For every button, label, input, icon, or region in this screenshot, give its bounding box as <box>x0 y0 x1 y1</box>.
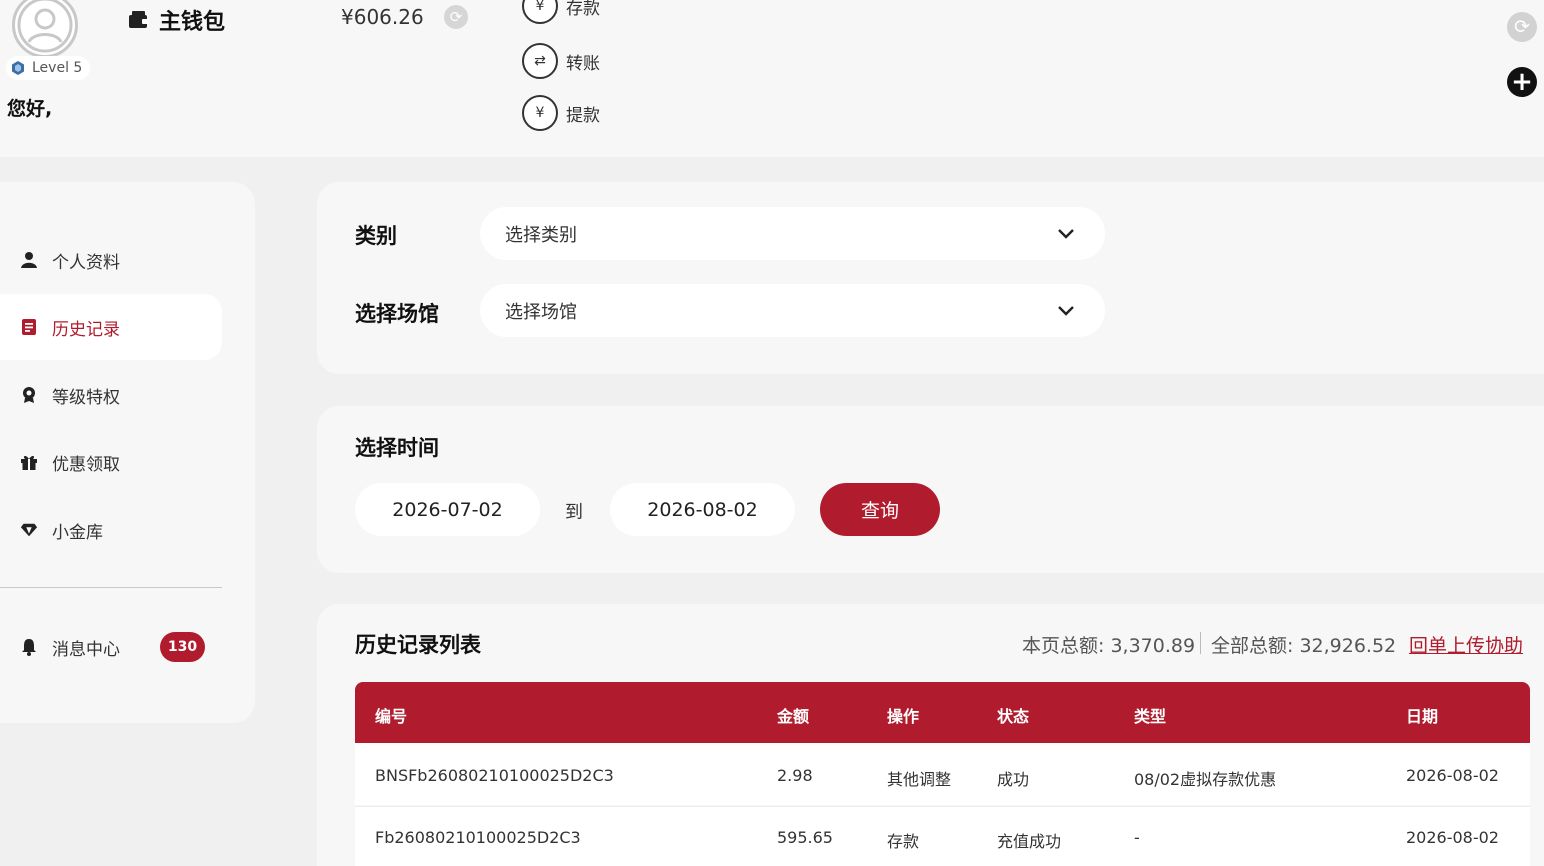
sidebar-item-label: 历史记录 <box>52 319 120 340</box>
refresh-balance-icon[interactable]: ⟳ <box>444 5 468 29</box>
row-type: - <box>1134 828 1140 847</box>
row-date: 2026-08-02 <box>1406 766 1499 785</box>
transfer-button[interactable]: ⇄ 转账 <box>522 43 600 79</box>
time-label: 选择时间 <box>355 436 439 460</box>
medal-icon <box>20 386 38 404</box>
wallet-icon <box>129 11 149 28</box>
withdraw-button[interactable]: ¥ 提款 <box>522 95 600 131</box>
date-from-input[interactable]: 2026-07-02 <box>355 483 540 536</box>
wallet-title: 主钱包 <box>127 4 225 36</box>
transfer-icon: ⇄ <box>522 43 558 79</box>
greeting: 您好, <box>7 98 53 120</box>
column-header-action: 操作 <box>887 707 920 726</box>
date-to-separator: 到 <box>565 502 583 523</box>
sidebar-divider <box>0 587 222 588</box>
hexagon-gem-icon <box>12 61 24 75</box>
venue-select[interactable]: 选择场馆 <box>480 284 1105 337</box>
account-header <box>0 0 1544 157</box>
user-avatar-icon <box>17 0 73 53</box>
row-action: 其他调整 <box>887 770 952 789</box>
level-badge: Level 5 <box>6 56 91 80</box>
sidebar-item-label: 等级特权 <box>52 387 120 408</box>
add-icon[interactable]: + <box>1507 67 1537 97</box>
gift-icon <box>20 453 38 471</box>
document-icon <box>20 318 38 336</box>
level-text: Level 5 <box>32 60 83 76</box>
sidebar-item-label: 消息中心 <box>52 639 120 660</box>
column-header-status: 状态 <box>997 707 1030 726</box>
sidebar-item-label: 小金库 <box>52 522 103 543</box>
upload-receipt-link[interactable]: 回单上传协助 <box>1409 631 1523 658</box>
deposit-button[interactable]: ¥ 存款 <box>522 0 600 24</box>
sidebar-item-label: 优惠领取 <box>52 454 120 475</box>
column-header-id: 编号 <box>375 707 408 726</box>
refresh-icon[interactable]: ⟳ <box>1507 12 1537 42</box>
category-label: 类别 <box>355 224 397 248</box>
chevron-down-icon <box>1058 305 1074 316</box>
sidebar-item-profile[interactable]: 个人资料 <box>0 227 222 293</box>
message-count-badge: 130 <box>160 632 205 662</box>
deposit-label: 存款 <box>566 0 600 19</box>
wallet-title-text: 主钱包 <box>159 10 226 35</box>
row-date: 2026-08-02 <box>1406 828 1499 847</box>
row-type: 08/02虚拟存款优惠 <box>1134 770 1277 789</box>
row-status: 成功 <box>997 770 1030 789</box>
row-action: 存款 <box>887 832 920 851</box>
transfer-label: 转账 <box>566 53 600 74</box>
sidebar-item-vault[interactable]: 小金库 <box>0 497 222 563</box>
category-select-value: 选择类别 <box>505 224 577 246</box>
sidebar-item-label: 个人资料 <box>52 252 120 273</box>
diamond-icon <box>20 521 38 539</box>
page-total: 本页总额: 3,370.89 <box>1022 635 1196 657</box>
sidebar-item-history[interactable]: 历史记录 <box>0 294 222 360</box>
all-total: 全部总额: 32,926.52 <box>1211 635 1397 657</box>
venue-label: 选择场馆 <box>355 302 439 326</box>
wallet-balance: ¥606.26 <box>341 5 424 29</box>
row-id: Fb26080210100025D2C3 <box>375 828 581 847</box>
chevron-down-icon <box>1058 228 1074 239</box>
sidebar-item-promotions[interactable]: 优惠领取 <box>0 429 222 495</box>
row-id: BNSFb26080210100025D2C3 <box>375 766 614 785</box>
column-header-amount: 金额 <box>777 707 810 726</box>
row-amount: 595.65 <box>777 828 833 847</box>
withdraw-icon: ¥ <box>522 95 558 131</box>
venue-select-value: 选择场馆 <box>505 301 577 323</box>
column-header-type: 类型 <box>1134 707 1167 726</box>
category-select[interactable]: 选择类别 <box>480 207 1105 260</box>
withdraw-label: 提款 <box>566 105 600 126</box>
totals-divider <box>1200 632 1201 654</box>
date-to-input[interactable]: 2026-08-02 <box>610 483 795 536</box>
user-icon <box>20 251 38 269</box>
sidebar-item-vip[interactable]: 等级特权 <box>0 362 222 428</box>
row-amount: 2.98 <box>777 766 813 785</box>
deposit-icon: ¥ <box>522 0 558 24</box>
row-status: 充值成功 <box>997 832 1062 851</box>
column-header-date: 日期 <box>1406 707 1439 726</box>
table-header <box>355 682 1530 743</box>
history-title: 历史记录列表 <box>355 633 481 657</box>
bell-icon <box>20 638 38 656</box>
query-button[interactable]: 查询 <box>820 483 940 536</box>
